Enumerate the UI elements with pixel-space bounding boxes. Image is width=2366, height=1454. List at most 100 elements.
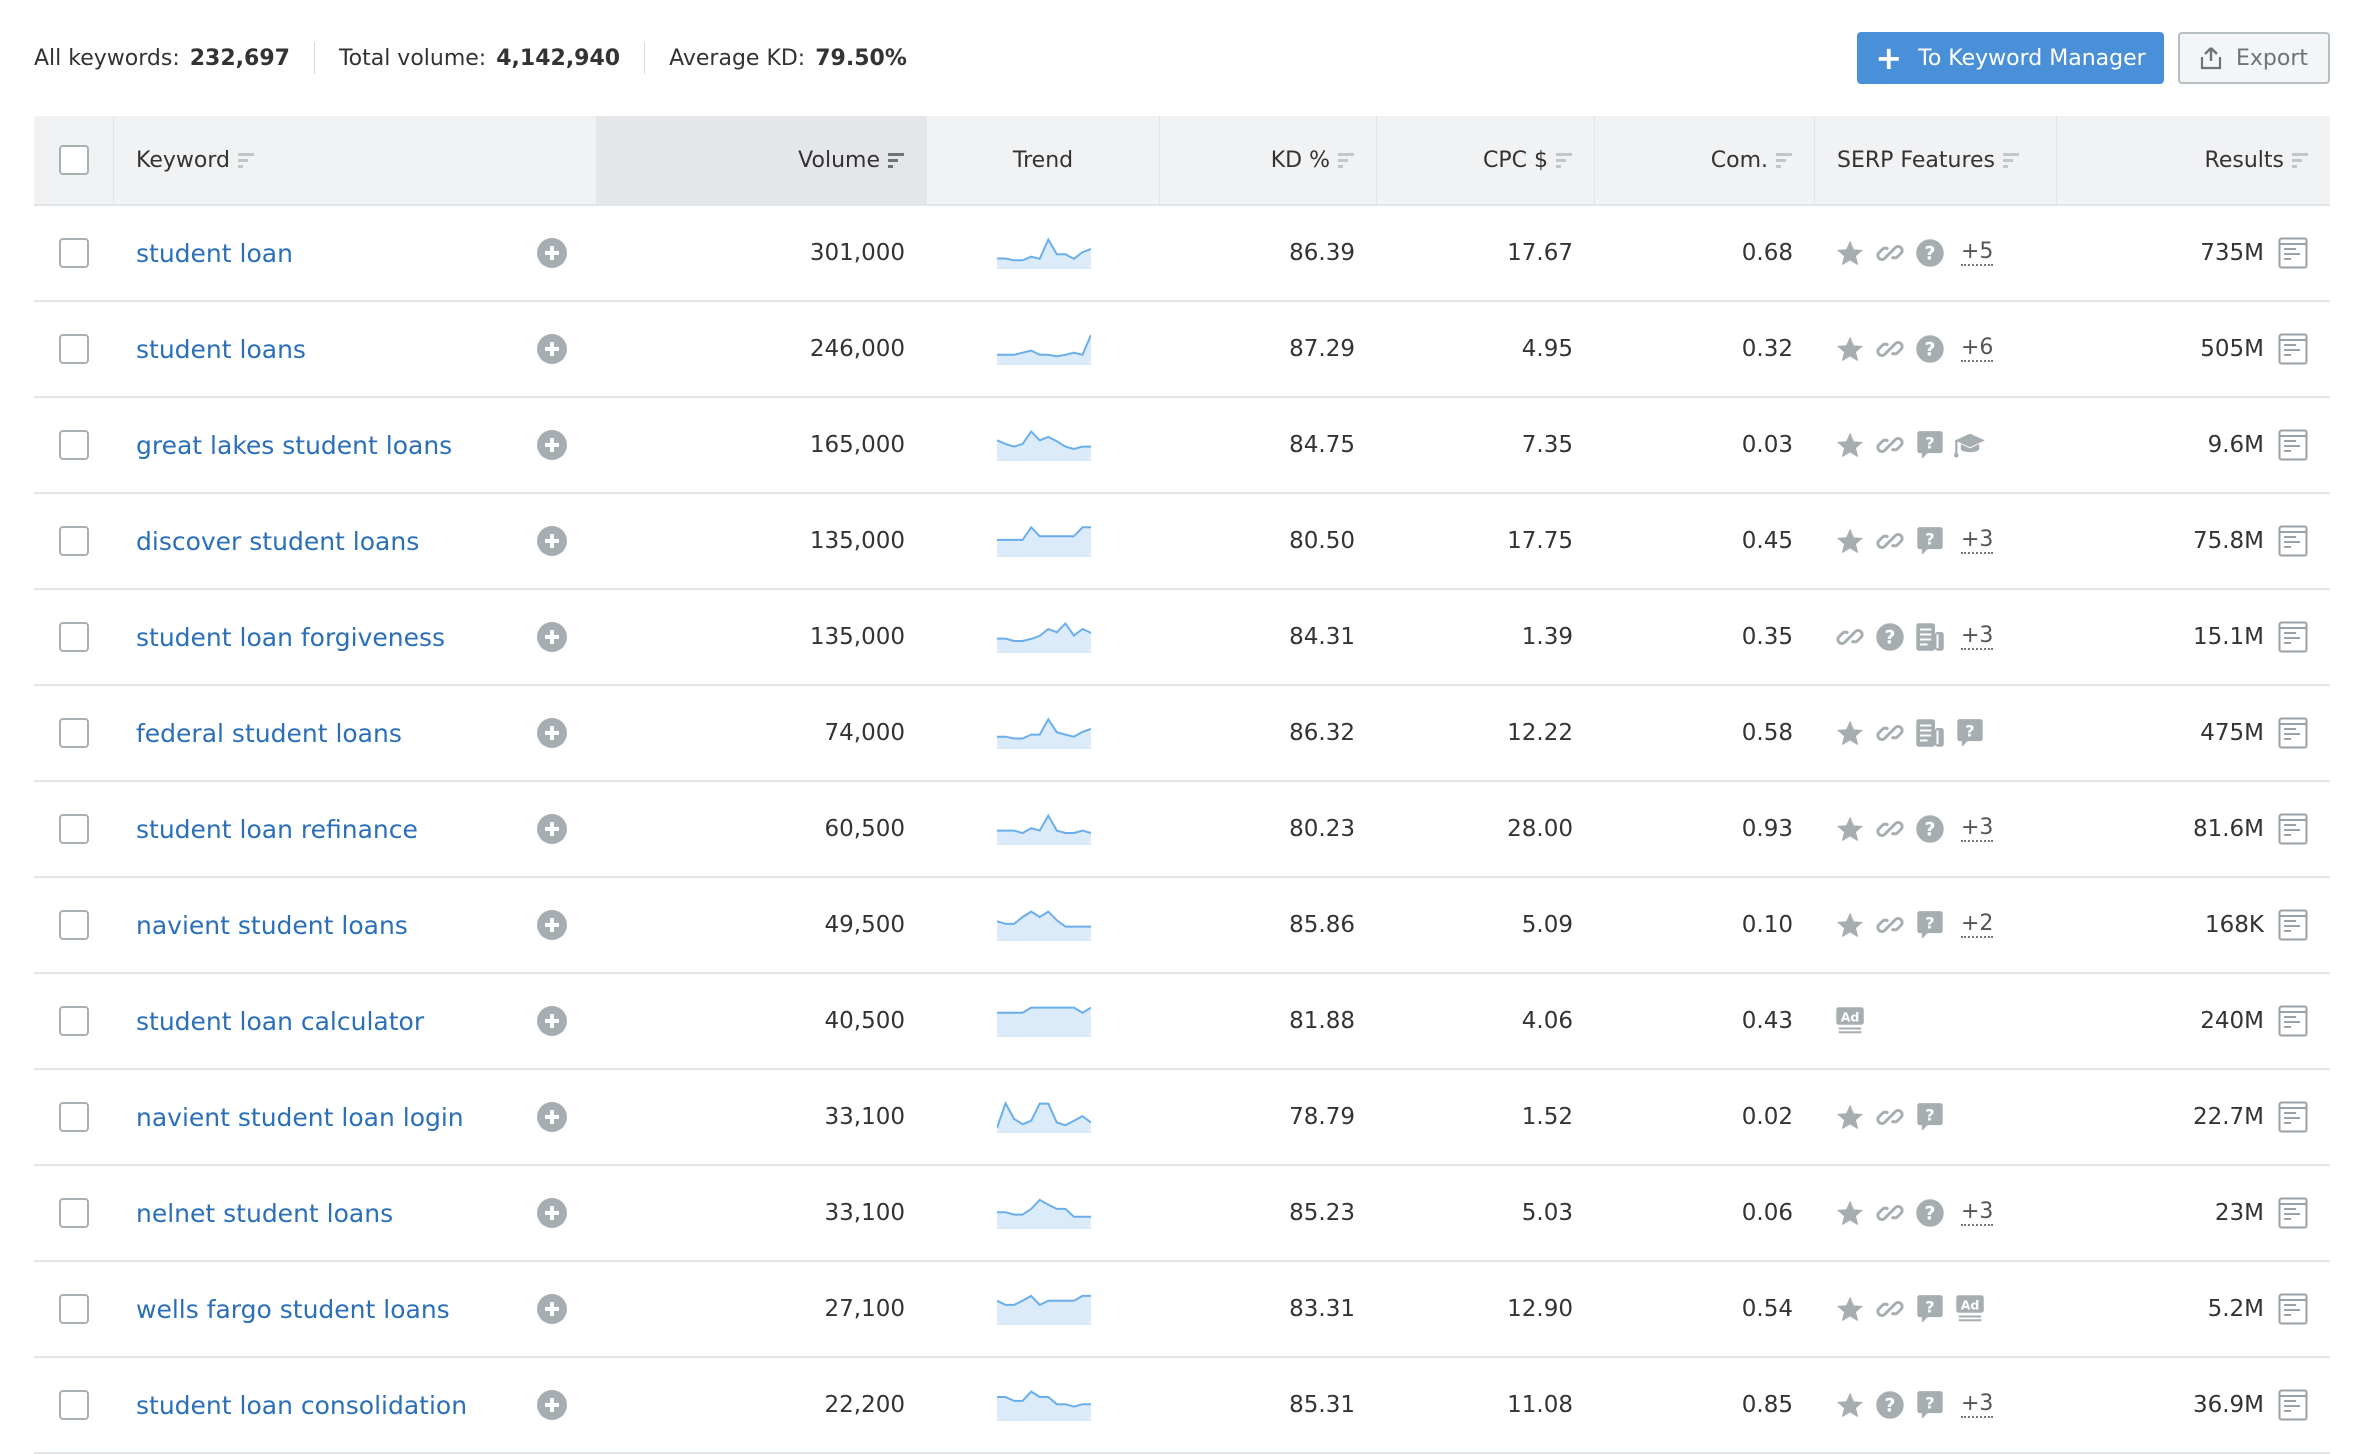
link-icon[interactable] (1873, 332, 1907, 366)
row-checkbox[interactable] (59, 526, 89, 556)
star-icon[interactable] (1833, 332, 1867, 366)
serp-more-link[interactable]: +6 (1961, 336, 1994, 362)
sort-icon[interactable] (2292, 151, 2308, 169)
add-keyword-plus-icon[interactable] (537, 1006, 567, 1036)
keyword-link[interactable]: student loans (136, 335, 537, 364)
row-checkbox[interactable] (59, 430, 89, 460)
add-keyword-plus-icon[interactable] (537, 718, 567, 748)
sort-icon[interactable] (888, 151, 904, 169)
serp-more-link[interactable]: +3 (1961, 1200, 1994, 1226)
question-bubble-icon[interactable]: ? (1913, 524, 1947, 558)
add-keyword-plus-icon[interactable] (537, 814, 567, 844)
serp-view-icon[interactable] (2278, 1293, 2308, 1325)
header-kd[interactable]: KD % (1160, 116, 1377, 204)
add-keyword-plus-icon[interactable] (537, 910, 567, 940)
keyword-link[interactable]: nelnet student loans (136, 1199, 537, 1228)
keyword-link[interactable]: student loan refinance (136, 815, 537, 844)
question-circle-icon[interactable]: ? (1913, 332, 1947, 366)
question-circle-icon[interactable]: ? (1873, 1388, 1907, 1422)
star-icon[interactable] (1833, 1100, 1867, 1134)
serp-view-icon[interactable] (2278, 909, 2308, 941)
question-bubble-icon[interactable]: ? (1913, 428, 1947, 462)
export-button[interactable]: Export (2178, 32, 2330, 84)
row-checkbox[interactable] (59, 622, 89, 652)
add-keyword-plus-icon[interactable] (537, 334, 567, 364)
link-icon[interactable] (1873, 716, 1907, 750)
row-checkbox[interactable] (59, 1102, 89, 1132)
star-icon[interactable] (1833, 716, 1867, 750)
keyword-link[interactable]: federal student loans (136, 719, 537, 748)
link-icon[interactable] (1873, 1196, 1907, 1230)
add-keyword-plus-icon[interactable] (537, 1390, 567, 1420)
question-circle-icon[interactable]: ? (1913, 236, 1947, 270)
serp-view-icon[interactable] (2278, 525, 2308, 557)
news-icon[interactable] (1913, 716, 1947, 750)
header-com[interactable]: Com. (1595, 116, 1815, 204)
keyword-link[interactable]: navient student loans (136, 911, 537, 940)
link-icon[interactable] (1873, 812, 1907, 846)
star-icon[interactable] (1833, 236, 1867, 270)
keyword-link[interactable]: student loan (136, 239, 537, 268)
keyword-link[interactable]: wells fargo student loans (136, 1295, 537, 1324)
news-icon[interactable] (1913, 620, 1947, 654)
serp-view-icon[interactable] (2278, 1197, 2308, 1229)
question-circle-icon[interactable]: ? (1913, 812, 1947, 846)
row-checkbox[interactable] (59, 334, 89, 364)
row-checkbox[interactable] (59, 238, 89, 268)
header-cpc[interactable]: CPC $ (1377, 116, 1595, 204)
serp-view-icon[interactable] (2278, 1005, 2308, 1037)
row-checkbox[interactable] (59, 910, 89, 940)
ad-icon[interactable]: Ad (1953, 1292, 1987, 1326)
question-circle-icon[interactable]: ? (1873, 620, 1907, 654)
link-icon[interactable] (1873, 1100, 1907, 1134)
serp-view-icon[interactable] (2278, 813, 2308, 845)
serp-view-icon[interactable] (2278, 237, 2308, 269)
link-icon[interactable] (1833, 620, 1867, 654)
sort-icon[interactable] (1776, 151, 1792, 169)
serp-view-icon[interactable] (2278, 333, 2308, 365)
add-keyword-plus-icon[interactable] (537, 1294, 567, 1324)
question-circle-icon[interactable]: ? (1913, 1196, 1947, 1230)
serp-more-link[interactable]: +3 (1961, 528, 1994, 554)
link-icon[interactable] (1873, 236, 1907, 270)
row-checkbox[interactable] (59, 1390, 89, 1420)
keyword-link[interactable]: navient student loan login (136, 1103, 537, 1132)
header-volume[interactable]: Volume (597, 116, 927, 204)
serp-more-link[interactable]: +5 (1961, 240, 1994, 266)
star-icon[interactable] (1833, 1388, 1867, 1422)
row-checkbox[interactable] (59, 1294, 89, 1324)
serp-more-link[interactable]: +3 (1961, 1392, 1994, 1418)
star-icon[interactable] (1833, 524, 1867, 558)
row-checkbox[interactable] (59, 1006, 89, 1036)
row-checkbox[interactable] (59, 718, 89, 748)
star-icon[interactable] (1833, 908, 1867, 942)
serp-more-link[interactable]: +3 (1961, 816, 1994, 842)
serp-view-icon[interactable] (2278, 621, 2308, 653)
row-checkbox[interactable] (59, 814, 89, 844)
link-icon[interactable] (1873, 908, 1907, 942)
ad-icon[interactable]: Ad (1833, 1004, 1867, 1038)
link-icon[interactable] (1873, 1292, 1907, 1326)
graduation-cap-icon[interactable] (1953, 428, 1987, 462)
row-checkbox[interactable] (59, 1198, 89, 1228)
keyword-link[interactable]: discover student loans (136, 527, 537, 556)
serp-view-icon[interactable] (2278, 429, 2308, 461)
star-icon[interactable] (1833, 812, 1867, 846)
add-keyword-plus-icon[interactable] (537, 526, 567, 556)
sort-icon[interactable] (1556, 151, 1572, 169)
serp-view-icon[interactable] (2278, 1101, 2308, 1133)
question-bubble-icon[interactable]: ? (1913, 1292, 1947, 1326)
serp-more-link[interactable]: +3 (1961, 624, 1994, 650)
sort-icon[interactable] (2003, 151, 2020, 169)
link-icon[interactable] (1873, 428, 1907, 462)
keyword-link[interactable]: student loan forgiveness (136, 623, 537, 652)
star-icon[interactable] (1833, 1292, 1867, 1326)
sort-icon[interactable] (1338, 151, 1354, 169)
add-keyword-plus-icon[interactable] (537, 1102, 567, 1132)
keyword-link[interactable]: great lakes student loans (136, 431, 537, 460)
link-icon[interactable] (1873, 524, 1907, 558)
question-bubble-icon[interactable]: ? (1913, 1100, 1947, 1134)
keyword-link[interactable]: student loan calculator (136, 1007, 537, 1036)
header-keyword[interactable]: Keyword (114, 116, 597, 204)
sort-icon[interactable] (237, 151, 254, 169)
